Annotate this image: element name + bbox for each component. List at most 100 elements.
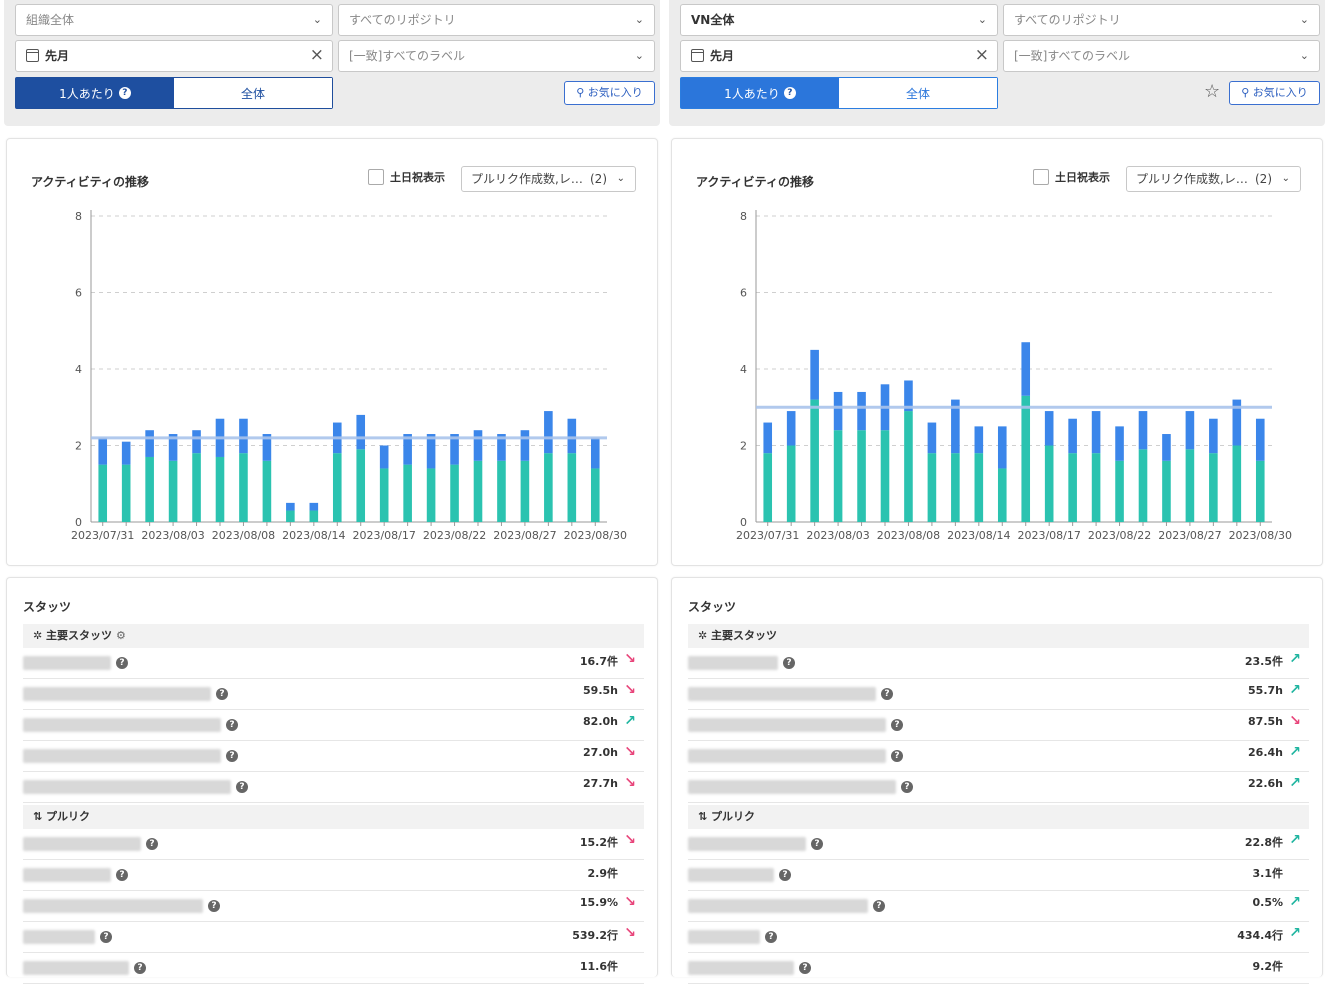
bar-segment-lower[interactable] <box>880 430 890 522</box>
bar-segment-upper[interactable] <box>1185 411 1195 450</box>
help-icon[interactable]: ? <box>226 719 238 731</box>
help-icon[interactable]: ? <box>799 962 811 974</box>
stats-row[interactable]: ? 59.5h ↘ <box>23 679 644 710</box>
bar-segment-upper[interactable] <box>974 426 984 454</box>
bar-segment-lower[interactable] <box>974 453 984 522</box>
help-icon[interactable]: ? <box>881 688 893 700</box>
stats-row[interactable]: ? 82.0h ↗ <box>23 710 644 741</box>
bar-segment-lower[interactable] <box>1162 460 1171 522</box>
help-icon[interactable]: ? <box>208 900 220 912</box>
help-icon[interactable]: ? <box>901 781 913 793</box>
label-select[interactable]: [一致]すべてのラベル ⌄ <box>338 40 655 72</box>
help-icon[interactable]: ? <box>116 869 128 881</box>
stats-row[interactable]: ? 16.7件 ↘ <box>23 648 644 679</box>
bar-segment-lower[interactable] <box>1255 460 1265 522</box>
bar-segment-upper[interactable] <box>1021 342 1031 396</box>
bar-segment-lower[interactable] <box>121 464 131 522</box>
help-icon[interactable]: ? <box>891 719 903 731</box>
bar-segment-lower[interactable] <box>927 453 937 522</box>
repo-select[interactable]: すべてのリポジトリ ⌄ <box>1003 4 1320 36</box>
bar-segment-lower[interactable] <box>786 445 796 523</box>
bar-segment-lower[interactable] <box>403 464 412 522</box>
help-icon[interactable]: ? <box>236 781 248 793</box>
bar-segment-upper[interactable] <box>567 418 577 454</box>
bar-segment-upper[interactable] <box>810 349 819 400</box>
bar-segment-lower[interactable] <box>951 453 960 522</box>
bar-segment-upper[interactable] <box>1115 426 1124 461</box>
bar-segment-lower[interactable] <box>215 456 225 522</box>
label-select[interactable]: [一致]すべてのラベル ⌄ <box>1003 40 1320 72</box>
stats-row[interactable]: ? 15.2件 ↘ <box>23 829 644 860</box>
bar-segment-lower[interactable] <box>904 411 913 522</box>
help-icon[interactable]: ? <box>216 688 228 700</box>
favorite-button[interactable]: ⚲ お気に入り <box>1229 81 1320 105</box>
bar-segment-lower[interactable] <box>309 510 319 522</box>
bar-segment-upper[interactable] <box>1068 418 1077 454</box>
total-button[interactable]: 全体 <box>174 78 332 108</box>
bar-segment-lower[interactable] <box>1044 445 1054 523</box>
stats-row[interactable]: ? 27.0h ↘ <box>23 741 644 772</box>
bar-segment-upper[interactable] <box>192 430 201 454</box>
period-select[interactable]: 先月 × <box>15 40 333 72</box>
stats-row[interactable]: ? 3.1件 <box>688 860 1309 891</box>
bar-segment-lower[interactable] <box>520 460 530 522</box>
stats-row[interactable]: ? 15.9% ↘ <box>23 891 644 922</box>
bar-segment-upper[interactable] <box>544 411 553 454</box>
bar-segment-lower[interactable] <box>544 453 553 522</box>
bar-segment-upper[interactable] <box>927 422 937 454</box>
stats-row[interactable]: ? 22.6h ↗ <box>688 772 1309 803</box>
bar-segment-lower[interactable] <box>1091 453 1101 522</box>
bar-segment-upper[interactable] <box>121 441 131 465</box>
gear-icon[interactable]: ⚙ <box>116 629 126 642</box>
bar-segment-upper[interactable] <box>1138 411 1148 450</box>
stats-row[interactable]: ? 26.4h ↗ <box>688 741 1309 772</box>
help-icon[interactable]: ? <box>100 931 112 943</box>
bar-segment-lower[interactable] <box>1185 449 1195 522</box>
bar-segment-lower[interactable] <box>590 468 600 522</box>
stats-row[interactable]: ? 0.5% ↗ <box>688 891 1309 922</box>
help-icon[interactable]: ? <box>226 750 238 762</box>
bar-segment-upper[interactable] <box>145 430 154 457</box>
bar-segment-lower[interactable] <box>473 460 483 522</box>
bar-segment-lower[interactable] <box>763 453 773 522</box>
bar-segment-lower[interactable] <box>145 456 154 522</box>
help-icon[interactable]: ? <box>765 931 777 943</box>
bar-segment-lower[interactable] <box>239 453 248 522</box>
bar-segment-upper[interactable] <box>379 445 389 469</box>
bar-segment-upper[interactable] <box>239 418 248 454</box>
bar-segment-lower[interactable] <box>332 453 342 522</box>
stats-row[interactable]: ? 55.7h ↗ <box>688 679 1309 710</box>
stats-row[interactable]: ? 23.5件 ↗ <box>688 648 1309 679</box>
bar-segment-lower[interactable] <box>98 464 108 522</box>
bar-segment-lower[interactable] <box>262 460 272 522</box>
help-icon[interactable]: ? <box>891 750 903 762</box>
bar-segment-lower[interactable] <box>1209 453 1218 522</box>
bar-segment-upper[interactable] <box>1091 411 1101 454</box>
help-icon[interactable]: ? <box>134 962 146 974</box>
bar-segment-upper[interactable] <box>763 422 773 454</box>
bar-segment-lower[interactable] <box>1068 453 1077 522</box>
total-button[interactable]: 全体 <box>839 78 997 108</box>
help-icon[interactable]: ? <box>146 838 158 850</box>
bar-segment-lower[interactable] <box>1138 449 1148 522</box>
stats-row[interactable]: ? 2.9件 <box>23 860 644 891</box>
bar-segment-lower[interactable] <box>833 430 843 522</box>
bar-segment-upper[interactable] <box>473 430 483 461</box>
favorite-button[interactable]: ⚲ お気に入り <box>564 81 655 105</box>
help-icon[interactable]: ? <box>779 869 791 881</box>
bar-segment-lower[interactable] <box>1115 460 1124 522</box>
bar-segment-lower[interactable] <box>567 453 577 522</box>
bar-segment-lower[interactable] <box>997 468 1007 522</box>
bar-segment-upper[interactable] <box>1044 411 1054 446</box>
bar-segment-upper[interactable] <box>833 391 843 431</box>
bar-segment-upper[interactable] <box>1255 418 1265 461</box>
org-select[interactable]: VN全体 ⌄ <box>680 4 998 36</box>
bar-segment-lower[interactable] <box>1021 395 1031 522</box>
stats-row[interactable]: ? 11.6件 <box>23 953 644 984</box>
bar-segment-upper[interactable] <box>98 437 108 465</box>
bar-segment-upper[interactable] <box>786 411 796 446</box>
bar-segment-lower[interactable] <box>857 430 866 522</box>
bar-segment-lower[interactable] <box>810 399 819 522</box>
help-icon[interactable]: ? <box>116 657 128 669</box>
bar-segment-lower[interactable] <box>497 460 506 522</box>
